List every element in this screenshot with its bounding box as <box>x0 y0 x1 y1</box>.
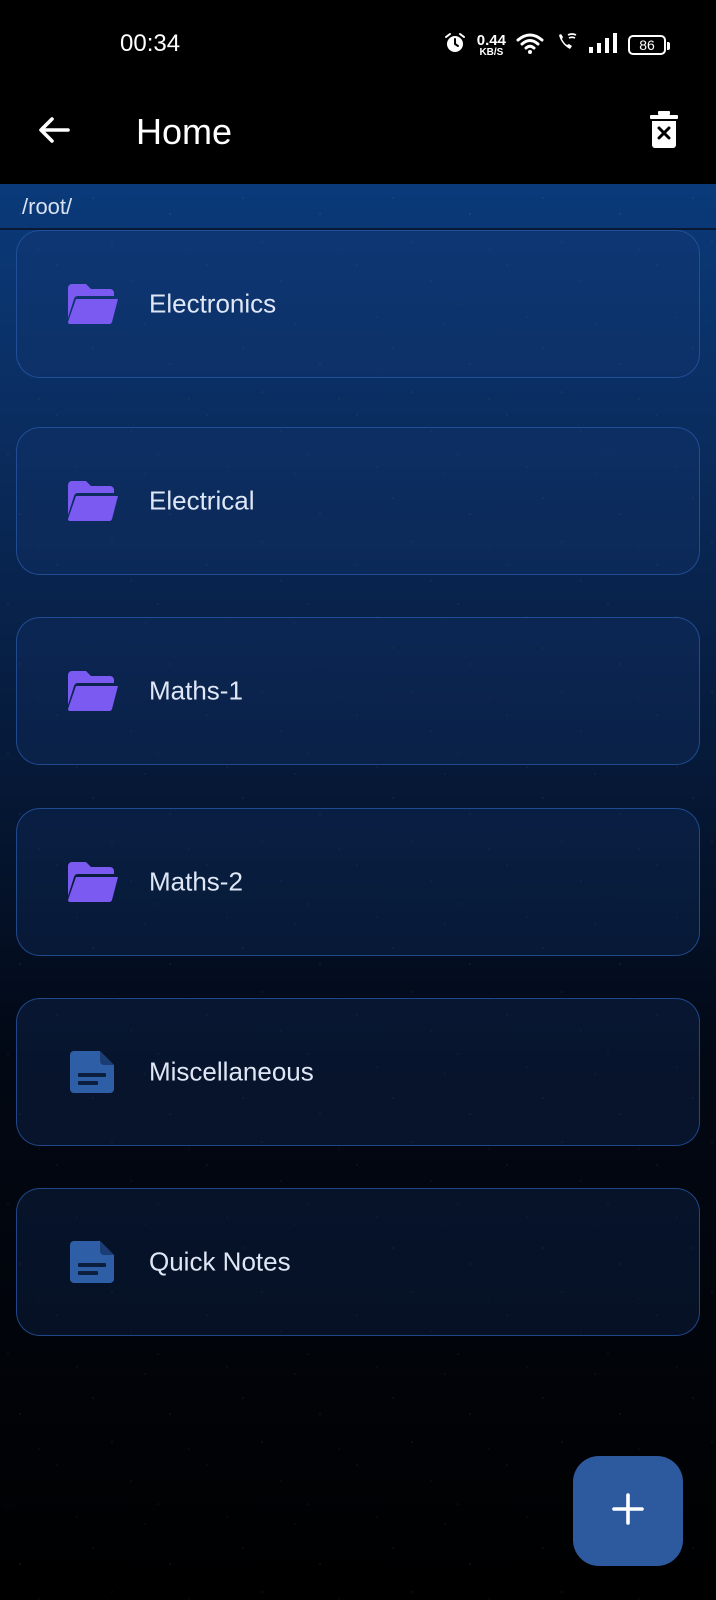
list-item-electrical[interactable]: Electrical <box>16 427 700 575</box>
add-button[interactable] <box>573 1456 683 1566</box>
delete-bin-icon <box>649 111 679 153</box>
path-text: /root/ <box>22 194 73 219</box>
folder-open-icon <box>65 276 121 332</box>
item-label: Maths-1 <box>149 675 243 706</box>
item-label: Maths-2 <box>149 866 243 897</box>
item-label: Electrical <box>149 485 255 516</box>
signal-icon <box>588 32 618 58</box>
item-label: Miscellaneous <box>149 1056 314 1087</box>
item-label: Electronics <box>149 288 277 319</box>
list-item-maths-2[interactable]: Maths-2 <box>16 808 700 956</box>
network-speed-value: 0.44 <box>476 31 506 49</box>
back-button[interactable] <box>30 108 78 156</box>
wifi-calling-icon <box>554 31 578 59</box>
list-item-maths-1[interactable]: Maths-1 <box>16 617 700 765</box>
wifi-icon <box>516 31 544 59</box>
page-title: Home <box>136 111 233 152</box>
content-area: /root/ Electronics Electrical Maths-1 Ma… <box>0 184 716 1600</box>
breadcrumb: /root/ <box>0 184 716 230</box>
folder-open-icon <box>65 663 121 719</box>
battery-indicator: 86 <box>628 35 670 55</box>
network-speed-unit: KB/S <box>479 46 504 58</box>
delete-button[interactable] <box>640 108 688 156</box>
status-bar: 00:34 0.44 KB/S 86 <box>0 0 716 90</box>
note-file-icon <box>65 1044 121 1100</box>
status-time: 00:34 <box>120 30 181 57</box>
arrow-left-icon <box>36 112 72 152</box>
network-speed: 0.44 KB/S <box>477 33 506 58</box>
app-bar: Home <box>0 90 716 184</box>
list-item-quick-notes[interactable]: Quick Notes <box>16 1188 700 1336</box>
plus-icon <box>611 1492 645 1530</box>
note-file-icon <box>65 1234 121 1290</box>
screen: 00:34 0.44 KB/S 86 Home /root/ Electroni… <box>0 0 716 1600</box>
alarm-icon <box>443 31 467 59</box>
item-label: Quick Notes <box>149 1246 291 1277</box>
folder-open-icon <box>65 473 121 529</box>
status-icons: 0.44 KB/S 86 <box>443 30 670 60</box>
list-item-miscellaneous[interactable]: Miscellaneous <box>16 998 700 1146</box>
folder-open-icon <box>65 854 121 910</box>
list-item-electronics[interactable]: Electronics <box>16 230 700 378</box>
